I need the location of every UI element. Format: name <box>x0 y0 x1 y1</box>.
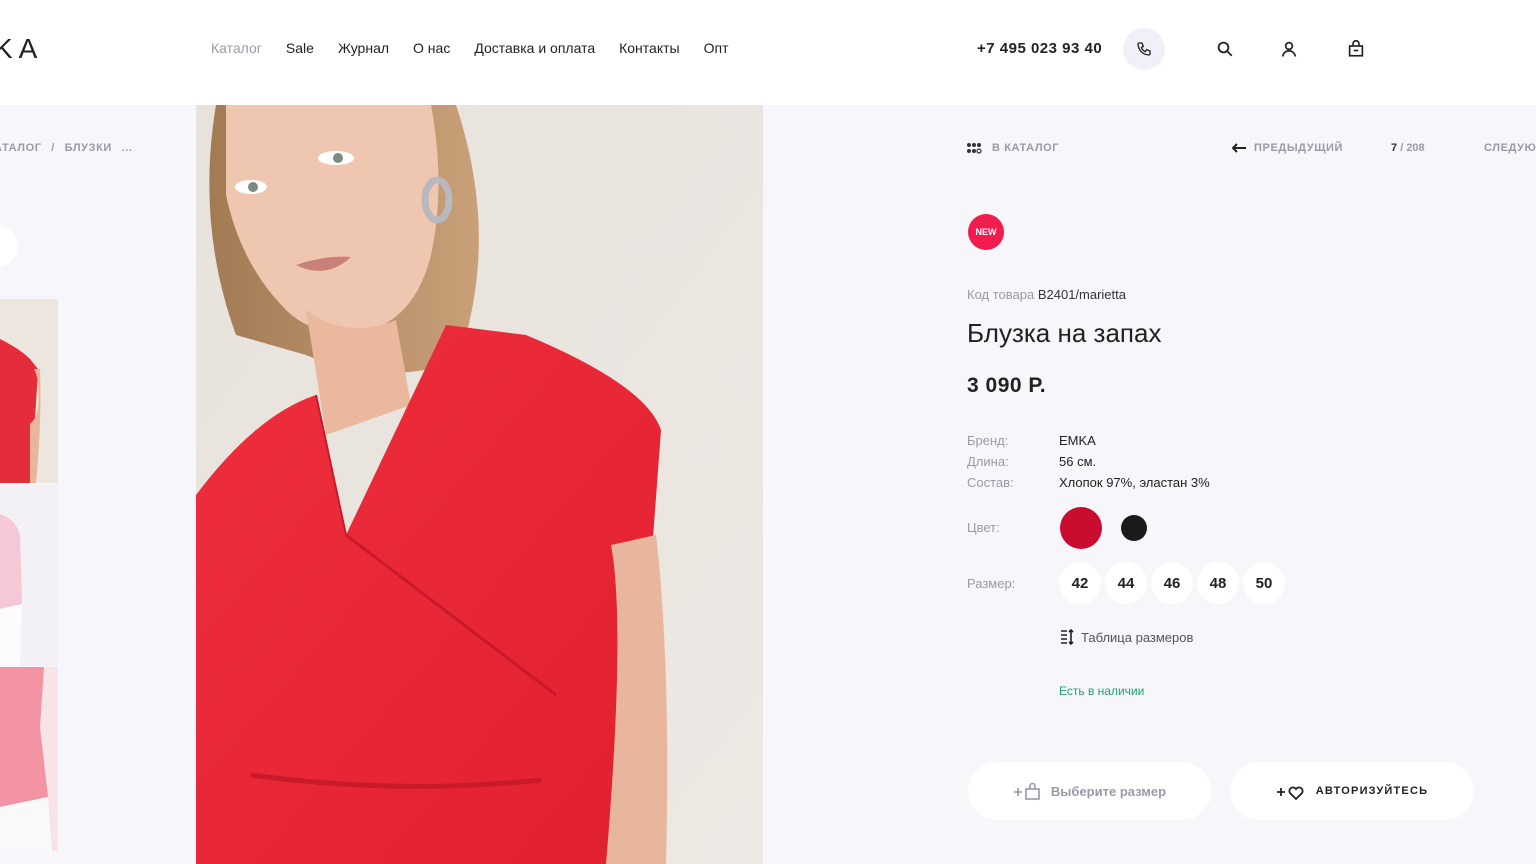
color-swatch-red[interactable] <box>1060 507 1102 549</box>
grid-icon <box>967 143 982 154</box>
shopping-bag-icon <box>1348 40 1364 57</box>
next-product-link[interactable]: СЛЕДУЮ <box>1484 142 1536 154</box>
size-option-46[interactable]: 46 <box>1151 562 1193 604</box>
product-counter: 7 / 208 <box>1391 142 1425 154</box>
thumbnail-scroll-up-button[interactable] <box>0 226 18 266</box>
brand-logo[interactable]: KA <box>0 33 43 65</box>
account-button[interactable] <box>1278 38 1300 60</box>
phone-icon <box>1137 42 1151 56</box>
size-table-link[interactable]: Таблица размеров <box>1059 629 1193 645</box>
nav-item-about[interactable]: О нас <box>413 40 450 56</box>
current-index: 7 <box>1391 142 1398 154</box>
cart-button[interactable] <box>1345 38 1367 60</box>
nav-item-sale[interactable]: Sale <box>286 40 314 56</box>
previous-product-link[interactable]: ПРЕДЫДУЩИЙ <box>1232 142 1343 154</box>
wishlist-login-button[interactable]: АВТОРИЗУЙТЕСЬ <box>1230 762 1474 820</box>
size-option-50[interactable]: 50 <box>1243 562 1285 604</box>
brand-value: EMKA <box>1059 433 1096 448</box>
breadcrumb-ellipsis: ... <box>121 142 133 154</box>
color-swatch-black[interactable] <box>1121 515 1147 541</box>
size-chart-icon <box>1061 629 1074 645</box>
counter-separator: / <box>1400 142 1404 154</box>
color-label: Цвет: <box>967 520 1000 535</box>
phone-number[interactable]: +7 495 023 93 40 <box>977 40 1102 57</box>
product-thumbnail[interactable] <box>0 667 58 851</box>
arrow-left-icon <box>1232 143 1246 153</box>
sku-line: Код товара B2401/marietta <box>967 287 1126 302</box>
sku-value: B2401/marietta <box>1037 287 1126 302</box>
length-label: Длина: <box>967 454 1009 469</box>
add-to-cart-label: Выберите размер <box>1050 783 1167 799</box>
breadcrumb: АТАЛОГ / БЛУЗКИ ... <box>0 142 139 154</box>
nav-item-journal[interactable]: Журнал <box>338 40 389 56</box>
stock-status: Есть в наличии <box>1059 684 1145 698</box>
search-button[interactable] <box>1214 38 1236 60</box>
wishlist-login-label: АВТОРИЗУЙТЕСЬ <box>1315 785 1429 797</box>
product-price: 3 090 Р. <box>967 374 1047 397</box>
thumbnail-image <box>0 667 58 851</box>
search-icon <box>1217 41 1233 57</box>
thumbnail-image <box>0 484 58 666</box>
thumbnail-image <box>0 299 58 483</box>
product-photo <box>196 105 763 864</box>
add-to-wishlist-icon <box>1276 786 1304 800</box>
call-button[interactable] <box>1123 28 1165 70</box>
total-count: 208 <box>1406 142 1425 154</box>
size-table-label: Таблица размеров <box>1081 629 1194 645</box>
sku-label: Код товара <box>967 287 1035 302</box>
site-header: KA Каталог Sale Журнал О нас Доставка и … <box>0 0 1536 105</box>
add-to-bag-icon <box>1013 782 1040 800</box>
breadcrumb-blouses[interactable]: БЛУЗКИ <box>65 142 112 154</box>
nav-item-wholesale[interactable]: Опт <box>704 40 729 56</box>
brand-label: Бренд: <box>967 433 1009 448</box>
product-title: Блузка на запах <box>967 318 1162 348</box>
composition-value: Хлопок 97%, эластан 3% <box>1059 475 1210 490</box>
breadcrumb-separator: / <box>51 142 55 154</box>
product-thumbnail[interactable] <box>0 484 58 666</box>
previous-label: ПРЕДЫДУЩИЙ <box>1254 142 1344 154</box>
nav-item-contacts[interactable]: Контакты <box>619 40 679 56</box>
nav-item-catalog[interactable]: Каталог <box>211 40 262 56</box>
product-thumbnail[interactable] <box>0 299 58 483</box>
back-to-catalog-label: В КАТАЛОГ <box>992 142 1060 154</box>
size-label: Размер: <box>967 576 1016 591</box>
size-option-42[interactable]: 42 <box>1059 562 1101 604</box>
length-value: 56 см. <box>1059 454 1097 469</box>
main-product-image[interactable] <box>196 105 763 864</box>
size-option-48[interactable]: 48 <box>1197 562 1239 604</box>
back-to-catalog-link[interactable]: В КАТАЛОГ <box>966 142 1059 154</box>
user-icon <box>1281 41 1297 57</box>
nav-item-delivery[interactable]: Доставка и оплата <box>474 40 595 56</box>
add-to-cart-button[interactable]: Выберите размер <box>968 762 1211 820</box>
new-badge: NEW <box>968 214 1004 250</box>
main-nav: Каталог Sale Журнал О нас Доставка и опл… <box>211 40 752 56</box>
breadcrumb-catalog[interactable]: АТАЛОГ <box>0 142 42 154</box>
size-option-44[interactable]: 44 <box>1105 562 1147 604</box>
composition-label: Состав: <box>967 475 1014 490</box>
